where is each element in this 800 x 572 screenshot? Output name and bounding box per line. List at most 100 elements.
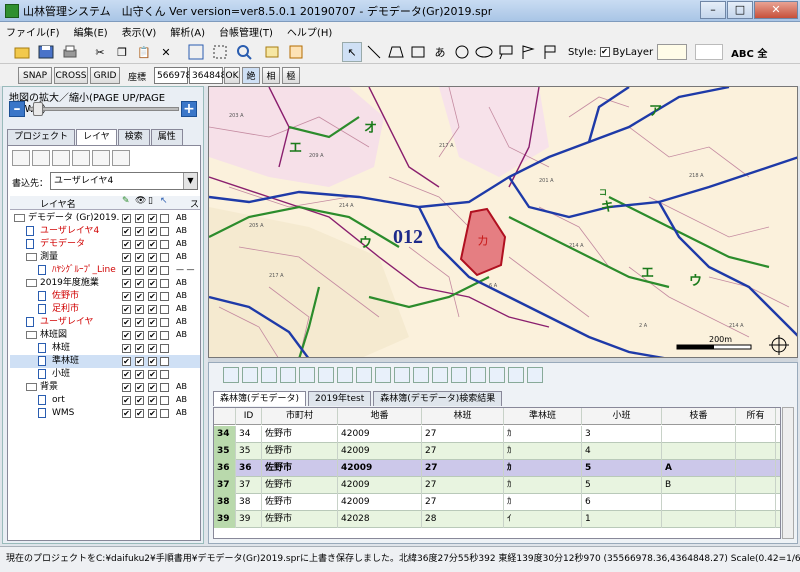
relative-button[interactable]: 相 xyxy=(262,67,280,84)
table-icon[interactable] xyxy=(299,367,315,383)
visible-checkbox[interactable]: ✔ xyxy=(135,279,144,288)
print-checkbox[interactable]: ✔ xyxy=(148,253,157,262)
table-cell[interactable]: ｶ xyxy=(504,494,582,511)
select-checkbox[interactable] xyxy=(160,370,169,379)
table-cell[interactable]: 佐野市 xyxy=(262,426,338,443)
layer-row[interactable]: ユーザレイヤ ✔ ✔ ✔ AB xyxy=(10,316,200,329)
print-checkbox[interactable]: ✔ xyxy=(148,331,157,340)
column-header[interactable]: 準林班 xyxy=(504,408,582,425)
paste-icon[interactable]: 📋 xyxy=(134,42,154,62)
table-cell[interactable]: 佐野市 xyxy=(262,511,338,528)
import-icon[interactable] xyxy=(432,367,448,383)
edit-checkbox[interactable]: ✔ xyxy=(122,292,131,301)
visible-checkbox[interactable]: ✔ xyxy=(135,383,144,392)
map-canvas[interactable]: カ 012 オ エ ア ウ キ エ ウ コ 203 A 209 A 205 A 21… xyxy=(208,86,798,358)
table-cell[interactable]: 34 xyxy=(236,426,262,443)
menu-help[interactable]: ヘルプ(H) xyxy=(287,24,332,39)
absolute-button[interactable]: 絶 xyxy=(242,67,260,84)
column-header[interactable]: 地番 xyxy=(338,408,422,425)
table-row[interactable]: 39 39 佐野市 42028 28 ｲ 1 xyxy=(214,511,780,528)
row-number[interactable]: 37 xyxy=(214,477,236,494)
column-header[interactable]: 枝番 xyxy=(662,408,736,425)
row-number[interactable]: 39 xyxy=(214,511,236,528)
search-record-icon[interactable] xyxy=(451,367,467,383)
table-cell[interactable]: 42009 xyxy=(338,477,422,494)
dest-layer-select[interactable]: ユーザレイヤ4 ▼ xyxy=(50,172,198,190)
table-cell[interactable]: 佐野市 xyxy=(262,460,338,477)
table-cell[interactable]: 38 xyxy=(236,494,262,511)
column-header[interactable]: 所有 xyxy=(736,408,776,425)
layer-row[interactable]: 林班 ✔ ✔ ✔ xyxy=(10,342,200,355)
visible-checkbox[interactable]: ✔ xyxy=(135,396,144,405)
table-cell[interactable]: 27 xyxy=(422,443,504,460)
table-cell[interactable] xyxy=(736,477,776,494)
table-cell[interactable]: ｶ xyxy=(504,443,582,460)
select-checkbox[interactable] xyxy=(160,318,169,327)
edit-checkbox[interactable]: ✔ xyxy=(122,357,131,366)
row-number[interactable]: 35 xyxy=(214,443,236,460)
zoom-in-record-icon[interactable] xyxy=(223,367,239,383)
delete-row-icon[interactable] xyxy=(394,367,410,383)
forest-map[interactable]: カ 012 オ エ ア ウ キ エ ウ コ 203 A 209 A 205 A 21… xyxy=(209,87,798,358)
table-cell[interactable]: 6 xyxy=(582,494,662,511)
bylayer-checkbox[interactable]: ✔ xyxy=(599,47,610,57)
select-rect-icon[interactable] xyxy=(210,42,230,62)
layer-row[interactable]: ﾊﾔｼｸﾞﾙｰﾌﾟ_Line ✔ ✔ ✔ — — xyxy=(10,264,200,277)
print-checkbox[interactable]: ✔ xyxy=(148,279,157,288)
edit-checkbox[interactable]: ✔ xyxy=(122,253,131,262)
tab-project[interactable]: プロジェクト xyxy=(7,129,76,145)
table-cell[interactable] xyxy=(662,511,736,528)
layer-row[interactable]: 林班図 ✔ ✔ ✔ AB xyxy=(10,329,200,342)
table-cell[interactable] xyxy=(662,494,736,511)
add-record-icon[interactable] xyxy=(280,367,296,383)
table-cell[interactable]: 4 xyxy=(582,443,662,460)
table-cell[interactable]: 佐野市 xyxy=(262,494,338,511)
column-header[interactable]: 市町村 xyxy=(262,408,338,425)
visible-checkbox[interactable]: ✔ xyxy=(135,409,144,418)
grid-scrollbar[interactable] xyxy=(782,407,794,539)
table-cell[interactable]: B xyxy=(662,477,736,494)
layer-remove-icon[interactable] xyxy=(92,150,110,166)
copy-icon[interactable]: ❐ xyxy=(112,42,132,62)
layer-row[interactable]: 2019年度施業 ✔ ✔ ✔ AB xyxy=(10,277,200,290)
edit-checkbox[interactable]: ✔ xyxy=(122,344,131,353)
print-checkbox[interactable]: ✔ xyxy=(148,370,157,379)
table-row[interactable]: 38 38 佐野市 42009 27 ｶ 6 xyxy=(214,494,780,511)
export-csv-icon[interactable] xyxy=(413,367,429,383)
table-cell[interactable]: ｶ xyxy=(504,426,582,443)
visible-checkbox[interactable]: ✔ xyxy=(135,292,144,301)
flag-tool-icon[interactable] xyxy=(518,42,538,62)
table-cell[interactable]: 42009 xyxy=(338,494,422,511)
polar-button[interactable]: 極 xyxy=(282,67,300,84)
table-cell[interactable] xyxy=(736,494,776,511)
table-row[interactable]: 37 37 佐野市 42009 27 ｶ 5 B xyxy=(214,477,780,494)
layer-delete-icon[interactable] xyxy=(112,150,130,166)
edit-checkbox[interactable]: ✔ xyxy=(122,396,131,405)
text-tool-icon[interactable]: あ xyxy=(430,42,450,62)
print-checkbox[interactable]: ✔ xyxy=(148,409,157,418)
select-checkbox[interactable] xyxy=(160,240,169,249)
table-cell[interactable]: 3 xyxy=(582,426,662,443)
table-cell[interactable] xyxy=(736,443,776,460)
edit-checkbox[interactable]: ✔ xyxy=(122,266,131,275)
table-cell[interactable]: 佐野市 xyxy=(262,477,338,494)
row-number[interactable]: 38 xyxy=(214,494,236,511)
select-checkbox[interactable] xyxy=(160,344,169,353)
table-cell[interactable]: 42009 xyxy=(338,426,422,443)
table-cell[interactable]: 35 xyxy=(236,443,262,460)
print-table-icon[interactable] xyxy=(527,367,543,383)
select-checkbox[interactable] xyxy=(160,292,169,301)
print-checkbox[interactable]: ✔ xyxy=(148,292,157,301)
minimize-button[interactable]: – xyxy=(700,1,726,19)
table-cell[interactable]: 37 xyxy=(236,477,262,494)
tab-attribute[interactable]: 属性 xyxy=(150,129,183,145)
print-checkbox[interactable]: ✔ xyxy=(148,227,157,236)
cut-icon[interactable]: ✂ xyxy=(90,42,110,62)
coord-x-field[interactable]: 566978 xyxy=(154,67,191,84)
column-header[interactable]: 小班 xyxy=(582,408,662,425)
line-tool-icon[interactable] xyxy=(364,42,384,62)
visible-checkbox[interactable]: ✔ xyxy=(135,344,144,353)
print-checkbox[interactable]: ✔ xyxy=(148,344,157,353)
layer-row[interactable]: デモデータ ✔ ✔ ✔ AB xyxy=(10,238,200,251)
sync-icon[interactable] xyxy=(508,367,524,383)
